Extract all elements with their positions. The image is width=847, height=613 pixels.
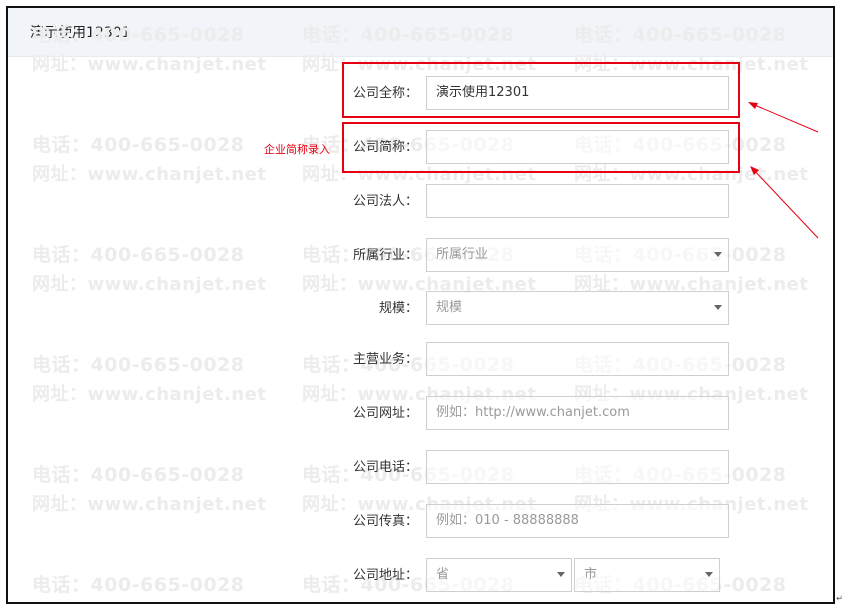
company-name-title: 演示使用12301 <box>30 25 131 41</box>
main-business-label: 主营业务： <box>352 352 418 367</box>
address-label: 公司地址： <box>352 568 418 583</box>
phone-input[interactable] <box>426 450 729 484</box>
chevron-down-icon <box>705 572 713 577</box>
scale-label: 规模： <box>378 301 418 316</box>
form-row-full-name: 公司全称： 演示使用12301 <box>8 76 833 112</box>
phone-label: 公司电话： <box>352 460 418 475</box>
form-row-address: 公司地址： 省 市 <box>8 558 833 594</box>
website-label: 公司网址： <box>352 406 418 421</box>
legal-person-input[interactable] <box>426 184 729 218</box>
company-info-panel: 演示使用12301 电话：400-665-0028 网址：www.chanjet… <box>6 6 835 604</box>
return-mark-icon: ↵ <box>836 594 843 603</box>
full-name-label: 公司全称： <box>352 86 418 101</box>
chevron-down-icon <box>557 572 565 577</box>
form-row-website: 公司网址： 例如：http://www.chanjet.com <box>8 396 833 432</box>
province-select[interactable]: 省 <box>426 558 572 592</box>
scale-select[interactable]: 规模 <box>426 291 729 325</box>
scale-selected-value: 规模 <box>436 300 463 315</box>
city-selected-value: 市 <box>584 567 598 582</box>
arrowhead-icon <box>750 166 759 175</box>
province-selected-value: 省 <box>436 567 450 582</box>
city-select[interactable]: 市 <box>574 558 720 592</box>
legal-person-label: 公司法人： <box>352 194 418 209</box>
form-row-legal-person: 公司法人： <box>8 184 833 220</box>
industry-select[interactable]: 所属行业 <box>426 238 729 272</box>
annotation-label: 企业简称录入 <box>264 143 330 156</box>
form-row-scale: 规模： 规模 <box>8 291 833 327</box>
fax-input[interactable]: 例如：010 - 88888888 <box>426 504 729 538</box>
full-name-input[interactable]: 演示使用12301 <box>426 76 729 110</box>
fax-label: 公司传真： <box>352 514 418 529</box>
industry-selected-value: 所属行业 <box>436 247 489 262</box>
main-business-input[interactable] <box>426 342 729 376</box>
website-input[interactable]: 例如：http://www.chanjet.com <box>426 396 729 430</box>
form-row-short-name: 公司简称： <box>8 130 833 166</box>
form-row-phone: 公司电话： <box>8 450 833 486</box>
industry-label: 所属行业： <box>352 248 418 263</box>
short-name-label: 公司简称： <box>352 140 418 155</box>
chevron-down-icon <box>714 305 722 310</box>
short-name-input[interactable] <box>426 130 729 164</box>
form-row-industry: 所属行业： 所属行业 <box>8 238 833 274</box>
header-bar: 演示使用12301 <box>8 8 833 57</box>
form-row-fax: 公司传真： 例如：010 - 88888888 <box>8 504 833 540</box>
chevron-down-icon <box>714 252 722 257</box>
form-row-main-business: 主营业务： <box>8 342 833 378</box>
